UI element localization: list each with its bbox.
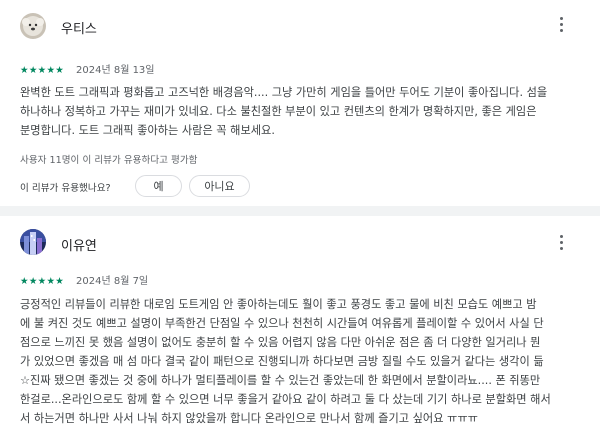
review-text-line: 한걸로...온라인으로도 함께 할 수 있으면 너무 좋을거 같아요 같이 하려… (20, 393, 551, 406)
review-divider (0, 206, 600, 216)
helpful-count: 사용자 11명이 이 리뷰가 유용하다고 평가함 (20, 155, 198, 166)
review-text-line: 긍정적인 리뷰들이 리뷰한 대로임 도트게임 안 좋아하는데도 훨이 좋고 풍경… (20, 298, 537, 311)
review-text-line: ☆진짜 됐으면 좋겠는 것 중에 하나가 멀티플레이를 할 수 있는건 좋았는데… (20, 374, 541, 387)
star-rating: ★★★★★ (20, 276, 65, 287)
review-text-line: 완벽한 도트 그래픽과 평화롭고 고즈넉한 배경음악.... 그냥 가만히 게임… (20, 86, 548, 99)
review-author: 이유연 (61, 239, 97, 254)
review-text-line: 에 불 켜진 것도 예쁘고 설명이 부족한건 단점일 수 있으나 천천히 시간들… (20, 317, 544, 330)
more-options-icon[interactable] (556, 233, 568, 253)
review-text-line: 서 하는거면 하나만 사서 나눠 하지 않았을까 합니다 온라인으로 만나서 함… (20, 412, 478, 425)
review-text: 긍정적인 리뷰들이 리뷰한 대로임 도트게임 안 좋아하는데도 훨이 좋고 풍경… (20, 295, 588, 428)
review-author: 우티스 (61, 22, 97, 37)
star-rating: ★★★★★ (20, 65, 65, 76)
review-text: 완벽한 도트 그래픽과 평화롭고 고즈넉한 배경음악.... 그냥 가만히 게임… (20, 83, 588, 140)
review-text-line: 하나하나 정복하고 가꾸는 재미가 있네요. 다소 불친절한 부분이 있고 컨텐… (20, 105, 537, 118)
review-text-line: 점으로 느끼진 못 했음 설명이 없어도 충분히 할 수 있음 어렵지 않음 다… (20, 336, 541, 349)
sheepdog-avatar-icon (20, 13, 46, 39)
review-text-line: 분명합니다. 도트 그래픽 좋아하는 사람은 꼭 해보세요. (20, 124, 275, 137)
helpful-question: 이 리뷰가 유용했나요? (20, 183, 111, 194)
helpful-no-button[interactable]: 아니요 (189, 175, 250, 197)
more-options-icon[interactable] (556, 15, 568, 35)
review-card: 우티스 ★★★★★ 2024년 8월 13일 완벽한 도트 그래픽과 평화롭고 … (0, 0, 600, 206)
helpful-yes-button[interactable]: 예 (135, 175, 182, 197)
review-text-line: 가 있었으면 좋겠음 매 섬 마다 결국 같이 패턴으로 진행되니까 하다보면 … (20, 355, 544, 368)
review-date: 2024년 8월 7일 (76, 276, 149, 287)
review-card: 이유연 ★★★★★ 2024년 8월 7일 긍정적인 리뷰들이 리뷰한 대로임 … (0, 216, 600, 435)
neon-city-avatar-icon (20, 229, 46, 255)
review-date: 2024년 8월 13일 (76, 65, 155, 76)
